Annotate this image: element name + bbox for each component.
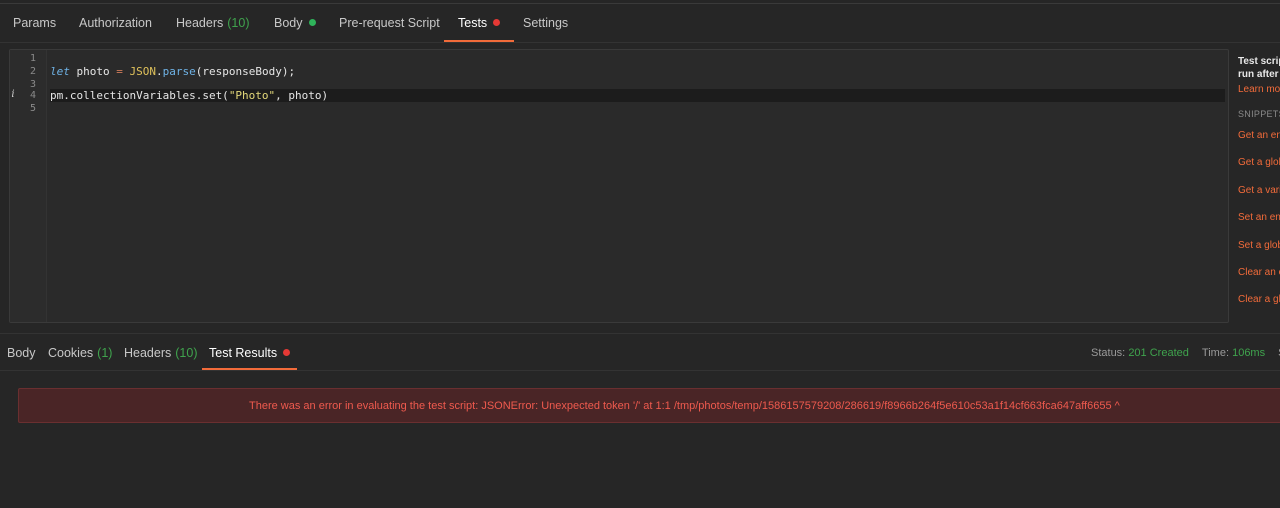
snippet-link[interactable]: Get an en bbox=[1238, 129, 1280, 156]
code-text: , photo) bbox=[275, 89, 329, 102]
tests-code-editor[interactable]: i 1 2 3 4 5 let photo = JSON.parse(respo… bbox=[9, 49, 1229, 323]
cookies-count: (1) bbox=[97, 346, 113, 360]
body-indicator-dot bbox=[308, 19, 316, 26]
tab-params[interactable]: Params bbox=[13, 4, 56, 40]
tab-cookies[interactable]: Cookies (1) bbox=[48, 334, 112, 368]
operator: = bbox=[116, 65, 123, 78]
request-tab-bar: Params Authorization Headers (10) Body Pr… bbox=[0, 3, 1280, 43]
line-number: 5 bbox=[29, 103, 36, 114]
tab-body[interactable]: Body bbox=[274, 4, 316, 40]
time-value[interactable]: 106ms bbox=[1232, 347, 1265, 359]
snippet-link[interactable]: Set an env bbox=[1238, 211, 1280, 238]
tab-label: Test Results bbox=[209, 346, 278, 360]
code-text: photo bbox=[69, 65, 117, 78]
tab-label: Authorization bbox=[79, 16, 152, 30]
code-text: (responseBody); bbox=[195, 65, 296, 78]
headers-count: (10) bbox=[175, 346, 198, 360]
tab-tests[interactable]: Tests bbox=[444, 4, 515, 42]
panel-description: run after t bbox=[1238, 69, 1280, 80]
tab-label: Cookies bbox=[48, 346, 94, 360]
code-text: . bbox=[155, 65, 163, 78]
test-results-indicator-dot bbox=[283, 349, 291, 356]
line-number-gutter: i 1 2 3 4 5 bbox=[10, 50, 47, 322]
learn-more-link[interactable]: Learn mor bbox=[1238, 84, 1280, 95]
tab-label: Body bbox=[274, 16, 303, 30]
response-status-area: Status: 201 Created Time: 106ms Si bbox=[1091, 334, 1280, 372]
line-number: 4 bbox=[29, 90, 36, 101]
keyword: let bbox=[50, 65, 70, 78]
tab-authorization[interactable]: Authorization bbox=[79, 4, 152, 40]
code-line-2: let photo = JSON.parse(responseBody); bbox=[50, 65, 1225, 78]
code-function: parse bbox=[162, 65, 196, 78]
snippet-link[interactable]: Clear an e bbox=[1238, 266, 1280, 293]
time-label: Time: bbox=[1201, 347, 1230, 359]
snippet-link[interactable]: Set a glob bbox=[1238, 239, 1280, 266]
snippets-title: SNIPPETS bbox=[1238, 109, 1280, 119]
test-error-banner: There was an error in evaluating the tes… bbox=[18, 388, 1280, 423]
headers-count: (10) bbox=[227, 16, 250, 30]
status-label: Status: bbox=[1091, 347, 1126, 359]
tab-label: Headers bbox=[124, 346, 172, 360]
tab-response-headers[interactable]: Headers (10) bbox=[124, 334, 197, 368]
tab-settings[interactable]: Settings bbox=[523, 4, 568, 40]
error-message: There was an error in evaluating the tes… bbox=[249, 400, 1120, 412]
tab-label: Body bbox=[7, 346, 36, 360]
code-string: "Photo" bbox=[228, 89, 276, 102]
tab-label: Pre-request Script bbox=[339, 16, 440, 30]
tab-label: Headers bbox=[176, 16, 224, 30]
tab-response-body[interactable]: Body bbox=[7, 334, 36, 368]
code-object: JSON bbox=[129, 65, 156, 78]
response-tab-bar: Body Cookies (1) Headers (10) Test Results… bbox=[0, 333, 1280, 371]
tab-headers[interactable]: Headers (10) bbox=[176, 4, 249, 40]
snippet-link[interactable]: Get a varia bbox=[1238, 184, 1280, 211]
tests-indicator-dot bbox=[493, 19, 501, 26]
tab-label: Tests bbox=[458, 16, 488, 30]
line-number: 2 bbox=[29, 66, 36, 77]
line-number: 1 bbox=[29, 53, 36, 64]
tab-test-results[interactable]: Test Results bbox=[202, 334, 298, 370]
status-value[interactable]: 201 Created bbox=[1128, 347, 1189, 359]
tab-pre-request-script[interactable]: Pre-request Script bbox=[339, 4, 440, 40]
code-text: pm.collectionVariables.set( bbox=[50, 89, 229, 102]
line-number: 3 bbox=[29, 79, 36, 90]
snippet-link[interactable]: Clear a glo bbox=[1238, 293, 1280, 320]
tab-label: Settings bbox=[523, 16, 569, 30]
snippets-panel: Test script run after t Learn mor SNIPPE… bbox=[1238, 55, 1280, 321]
snippet-link[interactable]: Get a glob bbox=[1238, 156, 1280, 183]
code-line-4: pm.collectionVariables.set("Photo", phot… bbox=[50, 89, 1225, 102]
tab-label: Params bbox=[13, 16, 57, 30]
panel-description: Test script bbox=[1238, 56, 1280, 67]
